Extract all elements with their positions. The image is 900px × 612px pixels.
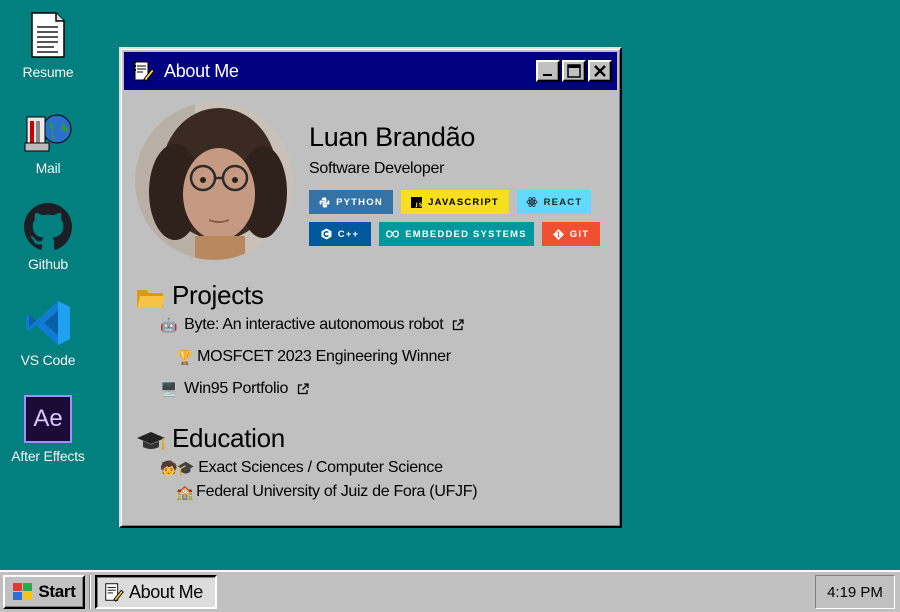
section-title-text: Projects (172, 280, 264, 310)
about-me-window: About Me Luan Brandão Software Developer… (119, 47, 622, 528)
badge-python: PYTHON (309, 190, 393, 214)
window-title: About Me (164, 60, 239, 81)
start-button[interactable]: Start (3, 575, 85, 609)
education-degree: 🧒🎓 Exact Sciences / Computer Science (160, 459, 443, 477)
education-school: 🏫 Federal University of Juiz de Fora (UF… (176, 483, 478, 501)
external-link-icon[interactable] (297, 383, 309, 395)
badge-label: PYTHON (336, 196, 383, 208)
project-award: 🏆 MOSFCET 2023 Engineering Winner (176, 348, 451, 366)
badge-react: REACT (517, 190, 591, 214)
school-icon: 🏫 (176, 483, 194, 500)
badge-cpp: C++ (309, 222, 371, 246)
svg-text:JS: JS (415, 202, 422, 207)
after-effects-logo-text: Ae (33, 405, 63, 432)
desktop-icon-vscode[interactable]: VS Code (0, 298, 96, 368)
degree-text: Exact Sciences / Computer Science (198, 459, 443, 476)
github-icon (23, 202, 73, 252)
taskbar-separator (89, 575, 91, 609)
document-icon (23, 10, 73, 60)
maximize-button[interactable] (562, 60, 586, 82)
desktop-icon-label: Github (27, 256, 69, 272)
profile-role: Software Developer (309, 160, 445, 177)
after-effects-icon: Ae (23, 394, 73, 444)
react-icon (526, 196, 538, 208)
badge-label: GIT (569, 228, 590, 240)
window-content: Luan Brandão Software Developer PYTHON J… (124, 90, 617, 520)
award-text: MOSFCET 2023 Engineering Winner (197, 348, 451, 365)
javascript-icon: JS (411, 196, 423, 208)
desktop-icon-github[interactable]: Github (0, 202, 96, 272)
profile-photo (135, 102, 293, 260)
infinity-icon (386, 230, 400, 238)
badge-embedded-systems: EMBEDDED SYSTEMS (379, 222, 534, 246)
maximize-icon (567, 64, 581, 78)
section-title-text: Education (172, 423, 285, 453)
computer-icon: 🖥️ (160, 380, 178, 397)
mail-icon (23, 106, 73, 156)
projects-heading: Projects (136, 280, 264, 311)
close-icon (594, 65, 606, 77)
minimize-icon (543, 74, 552, 76)
robot-icon: 🤖 (160, 316, 178, 333)
notepad-icon (132, 59, 156, 83)
graduation-cap-icon (136, 425, 166, 453)
window-titlebar[interactable]: About Me (124, 52, 617, 90)
badge-label: JAVASCRIPT (428, 196, 499, 208)
project-title[interactable]: Win95 Portfolio (184, 380, 288, 398)
system-tray-clock[interactable]: 4:19 PM (815, 575, 895, 609)
minimize-button[interactable] (536, 60, 560, 82)
desktop-icon-label: VS Code (20, 352, 76, 368)
education-heading: Education (136, 423, 285, 454)
cpp-icon (321, 228, 332, 240)
windows-logo-icon (12, 582, 34, 602)
project-title[interactable]: Byte: An interactive autonomous robot (184, 316, 444, 334)
desktop-icon-after-effects[interactable]: Ae After Effects (0, 394, 96, 464)
folder-icon (136, 282, 166, 310)
start-label: Start (38, 582, 76, 601)
desktop-icon-label: Resume (22, 64, 74, 80)
notepad-icon (103, 581, 125, 603)
vscode-icon (23, 298, 73, 348)
taskbar-item-label: About Me (129, 581, 203, 602)
taskbar-item-about-me[interactable]: About Me (95, 575, 217, 609)
close-button[interactable] (588, 60, 612, 82)
desktop-icon-resume[interactable]: Resume (0, 10, 96, 80)
desktop-icon-label: After Effects (11, 448, 85, 464)
clock-text: 4:19 PM (827, 583, 883, 601)
badge-label: EMBEDDED SYSTEMS (405, 228, 527, 240)
git-icon (552, 228, 564, 240)
skill-badges: PYTHON JS JAVASCRIPT REACT (309, 190, 619, 254)
project-item-win95-portfolio[interactable]: 🖥️ Win95 Portfolio (160, 380, 309, 398)
badge-git: GIT (542, 222, 600, 246)
badge-label: C++ (337, 228, 360, 240)
desktop-icon-mail[interactable]: Mail (0, 106, 96, 176)
taskbar: Start About Me 4:19 PM (0, 570, 900, 612)
trophy-icon: 🏆 (176, 348, 194, 365)
desktop-icon-label: Mail (35, 160, 61, 176)
external-link-icon[interactable] (452, 319, 465, 331)
student-icon: 🧒🎓 (160, 459, 195, 476)
badge-label: REACT (543, 196, 583, 208)
badge-javascript: JS JAVASCRIPT (401, 190, 509, 214)
python-icon (319, 196, 330, 208)
school-text: Federal University of Juiz de Fora (UFJF… (196, 483, 478, 500)
profile-name: Luan Brandão (309, 122, 476, 152)
project-item-byte[interactable]: 🤖 Byte: An interactive autonomous robot (160, 316, 465, 334)
